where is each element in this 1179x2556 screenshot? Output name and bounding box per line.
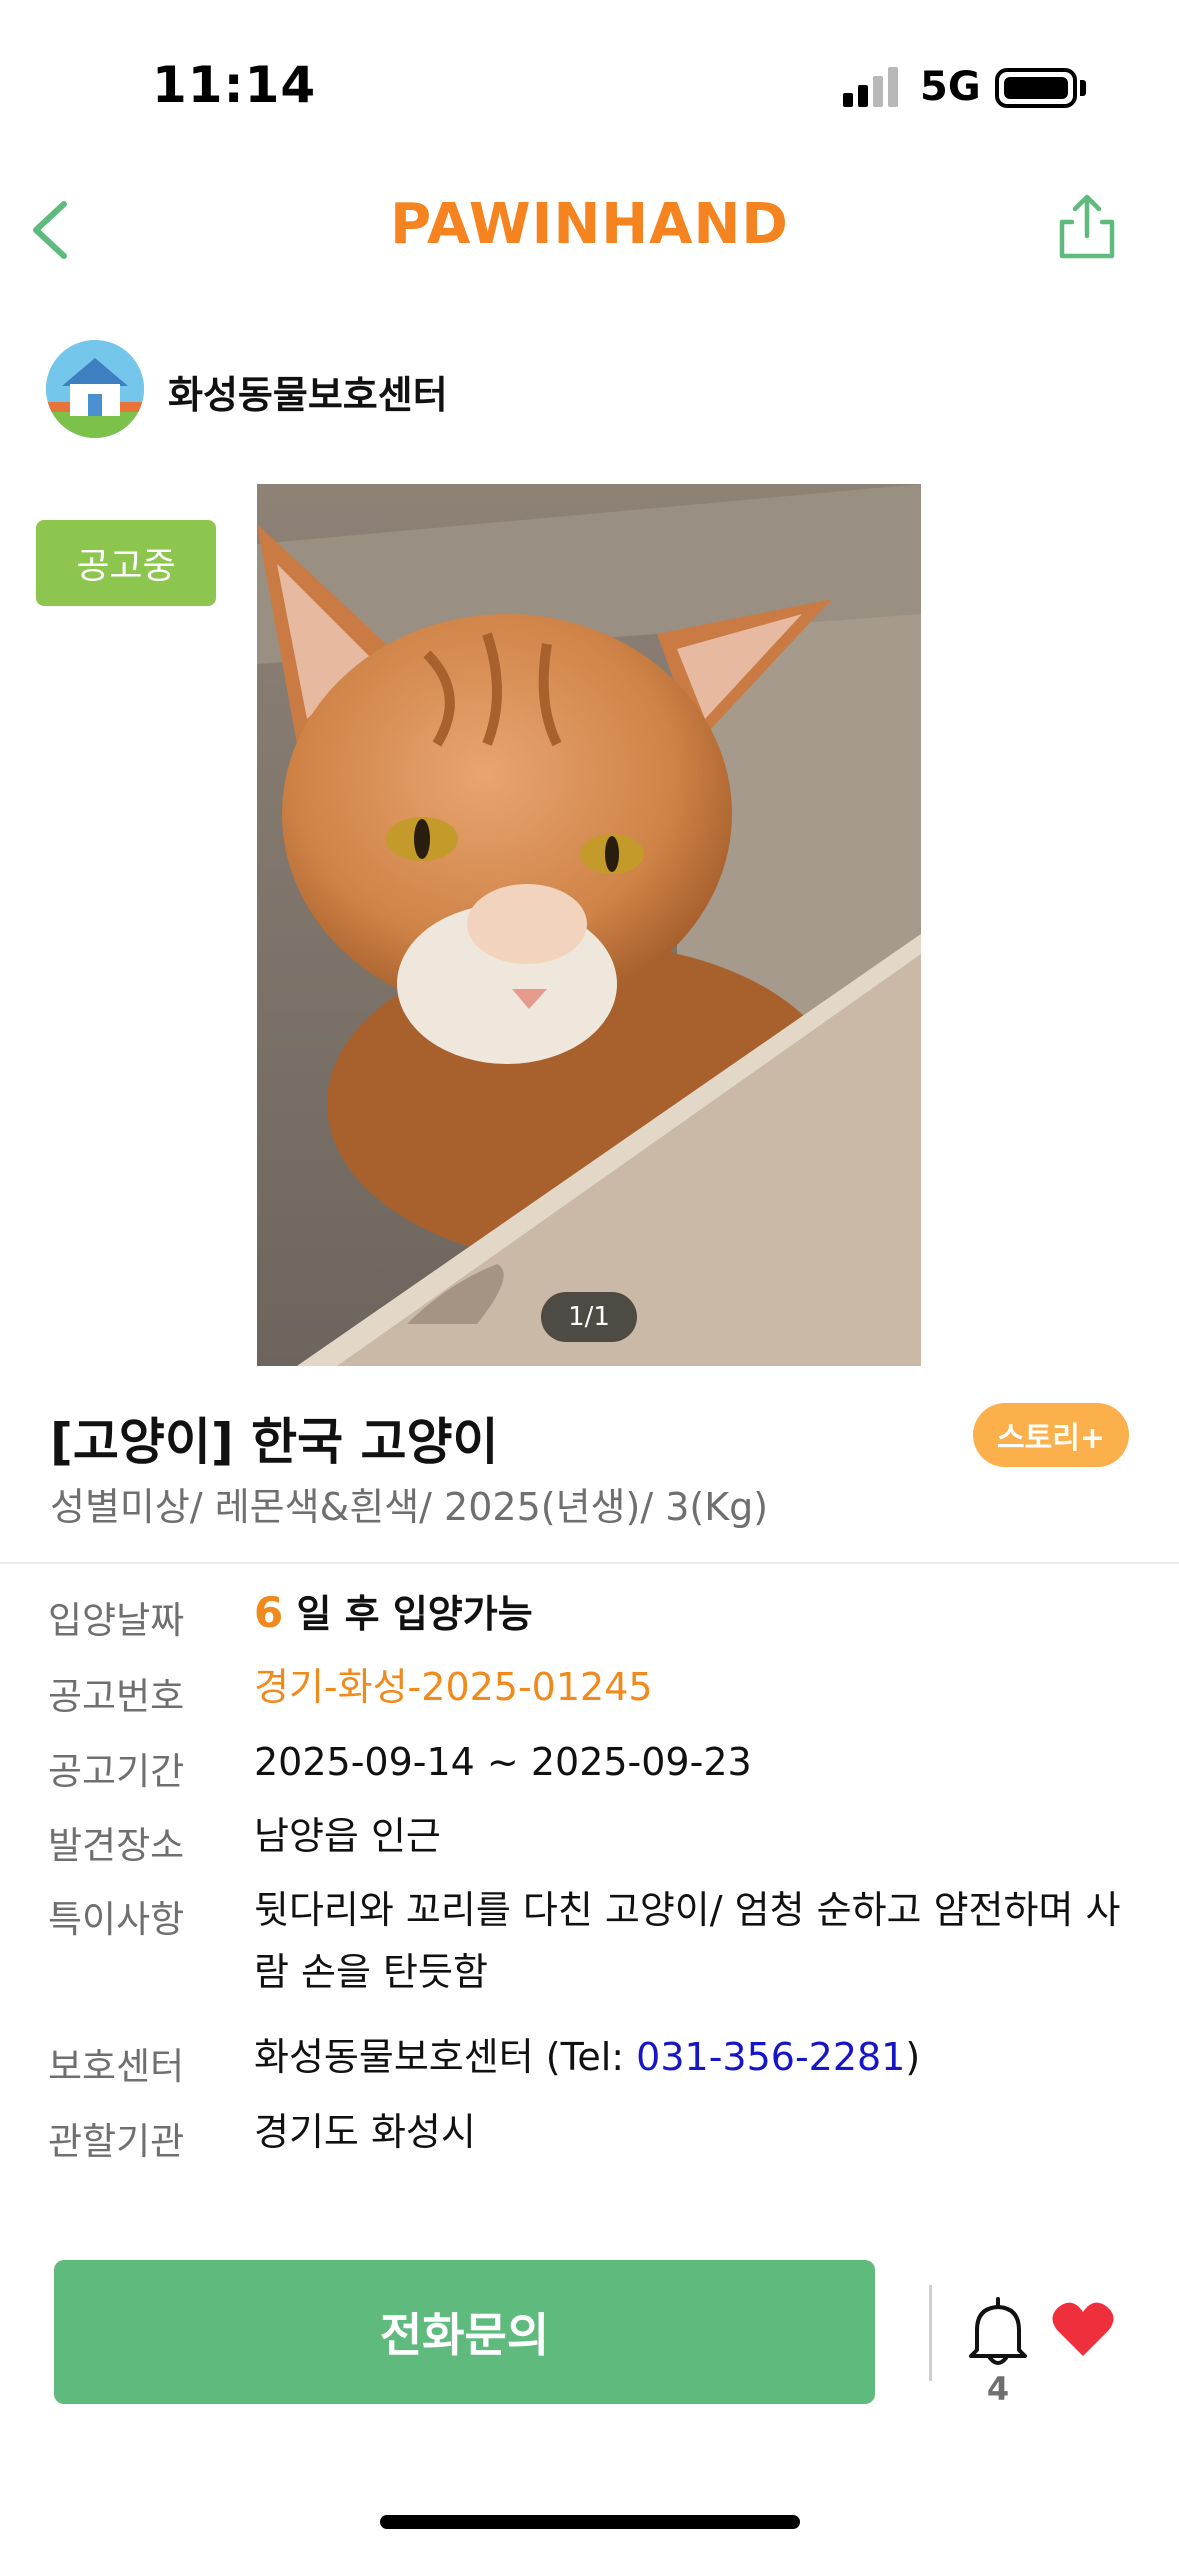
share-icon [1059, 194, 1115, 259]
app-logo: PAWINHAND [390, 192, 789, 257]
info-label: 특이사항 [48, 1898, 185, 1941]
jurisdiction-value: 경기도 화성시 [254, 2110, 476, 2154]
photo-counter: 1/1 [541, 1292, 637, 1342]
info-label: 공고번호 [48, 1675, 185, 1718]
shelter-center-value: 화성동물보호센터 (Tel: 031-356-2281) [254, 2026, 1154, 2088]
section-divider [0, 1562, 1179, 1564]
battery-tip [1080, 80, 1086, 96]
info-label: 공고기간 [48, 1750, 185, 1793]
cellular-signal-icon [843, 67, 903, 107]
home-indicator [380, 2515, 800, 2529]
pet-title: [고양이] 한국 고양이 [50, 1413, 499, 1471]
network-type: 5G [920, 64, 981, 110]
shelter-center-suffix: ) [905, 2035, 921, 2079]
info-label: 발견장소 [48, 1824, 185, 1867]
shelter-center-prefix: 화성동물보호센터 (Tel: [254, 2035, 637, 2079]
notice-number-value: 경기-화성-2025-01245 [254, 1665, 653, 1709]
special-notes-value: 뒷다리와 꼬리를 다친 고양이/ 엄청 순하고 얌전하며 사람 손을 탄듯함 [254, 1888, 1121, 1994]
status-time: 11:14 [152, 56, 317, 114]
heart-icon [1052, 2302, 1114, 2356]
cat-photo-image [257, 484, 921, 1366]
info-label: 보호센터 [48, 2045, 185, 2088]
shelter-name[interactable]: 화성동물보호센터 [168, 364, 448, 419]
status-bar: 11:14 5G [0, 0, 1179, 150]
story-button[interactable]: 스토리+ [973, 1403, 1129, 1467]
info-label: 관할기관 [48, 2120, 185, 2163]
found-place-value: 남양읍 인근 [254, 1814, 441, 1858]
bell-icon [969, 2297, 1027, 2365]
pet-photo[interactable] [257, 484, 921, 1366]
info-value: 6 일 후 입양가능 [254, 1582, 1154, 1645]
bell-count: 4 [986, 2370, 1010, 2408]
share-button[interactable] [1050, 190, 1124, 264]
notice-status-badge: 공고중 [36, 520, 216, 606]
info-label: 입양날짜 [48, 1599, 185, 1642]
house-icon [46, 340, 144, 438]
shelter-avatar[interactable] [46, 340, 144, 438]
adopt-days-suffix: 일 후 입양가능 [283, 1592, 533, 1636]
pet-summary: 성별미상/ 레몬색&흰색/ 2025(년생)/ 3(Kg) [50, 1485, 769, 1529]
adopt-days-count: 6 [254, 1588, 284, 1637]
action-separator [929, 2285, 932, 2381]
notification-bell-button[interactable] [965, 2296, 1031, 2368]
shelter-phone-link[interactable]: 031-356-2281 [636, 2035, 905, 2079]
notice-period-value: 2025-09-14 ~ 2025-09-23 [254, 1740, 752, 1784]
favorite-button[interactable] [1050, 2300, 1116, 2360]
call-inquiry-button[interactable]: 전화문의 [54, 2260, 875, 2404]
battery-icon [995, 68, 1077, 108]
